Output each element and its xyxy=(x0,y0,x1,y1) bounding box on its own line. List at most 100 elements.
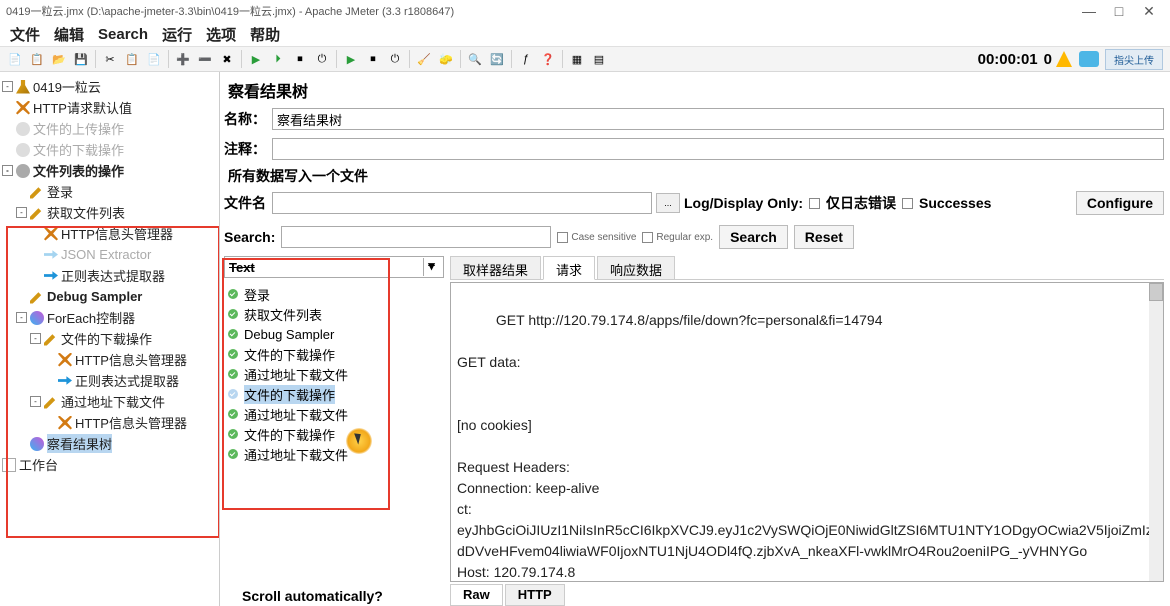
case-sensitive-checkbox[interactable] xyxy=(557,232,568,243)
scrollbar[interactable] xyxy=(1149,283,1163,581)
tree-pane: -0419一粒云 HTTP请求默认值 文件的上传操作 文件的下载操作 -文件列表… xyxy=(0,72,220,606)
tree-http-header-1[interactable]: HTTP信息头管理器 xyxy=(2,223,217,244)
success-icon xyxy=(228,389,238,399)
tree-debug-sampler[interactable]: Debug Sampler xyxy=(2,286,217,307)
remote-start-icon[interactable]: ▶ xyxy=(342,50,360,68)
template-icon[interactable]: 📋 xyxy=(28,50,46,68)
result-item[interactable]: 获取文件列表 xyxy=(228,304,440,324)
help-icon[interactable]: ❓ xyxy=(539,50,557,68)
close-button[interactable]: ✕ xyxy=(1134,3,1164,20)
layout-icon[interactable]: ▦ xyxy=(568,50,586,68)
browse-button[interactable]: ... xyxy=(656,193,680,213)
tree-download-op[interactable]: 文件的下载操作 xyxy=(2,139,217,160)
paste-icon[interactable]: 📄 xyxy=(145,50,163,68)
successes-label: Successes xyxy=(919,195,991,211)
success-icon xyxy=(228,309,238,319)
errors-only-checkbox[interactable] xyxy=(809,198,820,209)
clear-icon[interactable]: 🧹 xyxy=(415,50,433,68)
tab-raw[interactable]: Raw xyxy=(450,584,503,606)
remote-stop-icon[interactable]: ⏹ xyxy=(364,50,382,68)
result-item[interactable]: 通过地址下载文件 xyxy=(228,444,440,464)
open-icon[interactable]: 📂 xyxy=(50,50,68,68)
menu-run[interactable]: 运行 xyxy=(162,24,192,45)
result-item-selected[interactable]: 文件的下载操作 xyxy=(228,384,440,404)
maximize-button[interactable]: □ xyxy=(1104,3,1134,19)
menu-options[interactable]: 选项 xyxy=(206,24,236,45)
result-item[interactable]: 文件的下载操作 xyxy=(228,344,440,364)
result-item[interactable]: Debug Sampler xyxy=(228,324,440,344)
reset-button[interactable]: Reset xyxy=(794,225,854,249)
comment-input[interactable] xyxy=(272,138,1164,160)
result-item[interactable]: 文件的下载操作 xyxy=(228,424,440,444)
layout2-icon[interactable]: ▤ xyxy=(590,50,608,68)
new-icon[interactable]: 📄 xyxy=(6,50,24,68)
successes-checkbox[interactable] xyxy=(902,198,913,209)
tree-foreach[interactable]: -ForEach控制器 xyxy=(2,307,217,328)
tree-root[interactable]: -0419一粒云 xyxy=(2,76,217,97)
warning-icon[interactable] xyxy=(1056,51,1072,67)
result-item[interactable]: 登录 xyxy=(228,284,440,304)
tree-dl-op-inner[interactable]: -文件的下载操作 xyxy=(2,328,217,349)
menu-help[interactable]: 帮助 xyxy=(250,24,280,45)
start-icon[interactable]: ▶ xyxy=(247,50,265,68)
menu-search[interactable]: Search xyxy=(98,26,148,43)
render-dropdown[interactable]: Text ▾ xyxy=(224,256,444,278)
start-no-pause-icon[interactable]: ⏵ xyxy=(269,50,287,68)
tree-regex-extractor-2[interactable]: 正则表达式提取器 xyxy=(2,370,217,391)
scroll-auto-label: Scroll automatically? xyxy=(242,588,383,604)
filename-input[interactable] xyxy=(272,192,652,214)
success-icon xyxy=(228,349,238,359)
success-icon xyxy=(228,449,238,459)
result-item[interactable]: 通过地址下载文件 xyxy=(228,364,440,384)
tab-sampler-result[interactable]: 取样器结果 xyxy=(450,256,541,279)
tree-get-list[interactable]: -获取文件列表 xyxy=(2,202,217,223)
remote-shutdown-icon[interactable]: ⏻ xyxy=(386,50,404,68)
comment-label: 注释： xyxy=(224,139,266,159)
success-icon xyxy=(228,429,238,439)
tree-results[interactable]: 察看结果树 xyxy=(2,433,217,454)
function-helper-icon[interactable]: ƒ xyxy=(517,50,535,68)
tree-dl-by-addr[interactable]: -通过地址下载文件 xyxy=(2,391,217,412)
tab-http[interactable]: HTTP xyxy=(505,584,565,606)
expand-icon[interactable]: ➕ xyxy=(174,50,192,68)
request-text: GET http://120.79.174.8/apps/file/down?f… xyxy=(457,312,1153,580)
status-button[interactable]: 指尖上传 xyxy=(1105,49,1163,70)
tree-upload-op[interactable]: 文件的上传操作 xyxy=(2,118,217,139)
panel-title: 察看结果树 xyxy=(224,76,1164,104)
toggle-icon[interactable]: ✖ xyxy=(218,50,236,68)
success-icon xyxy=(228,289,238,299)
tree-http-header-2[interactable]: HTTP信息头管理器 xyxy=(2,349,217,370)
name-input[interactable] xyxy=(272,108,1164,130)
tab-request[interactable]: 请求 xyxy=(543,256,595,280)
reset-search-icon[interactable]: 🔄 xyxy=(488,50,506,68)
cut-icon[interactable]: ✂ xyxy=(101,50,119,68)
cloud-icon[interactable] xyxy=(1079,51,1099,67)
success-icon xyxy=(228,369,238,379)
file-section-label: 所有数据写入一个文件 xyxy=(224,164,1164,188)
find-icon[interactable]: 🔍 xyxy=(466,50,484,68)
regex-checkbox[interactable] xyxy=(642,232,653,243)
search-input[interactable] xyxy=(281,226,551,248)
save-icon[interactable]: 💾 xyxy=(72,50,90,68)
clear-all-icon[interactable]: 🧽 xyxy=(437,50,455,68)
stop-icon[interactable]: ⏹ xyxy=(291,50,309,68)
collapse-icon[interactable]: ➖ xyxy=(196,50,214,68)
configure-button[interactable]: Configure xyxy=(1076,191,1164,215)
menu-edit[interactable]: 编辑 xyxy=(54,24,84,45)
shutdown-icon[interactable]: ⏻ xyxy=(313,50,331,68)
search-button[interactable]: Search xyxy=(719,225,788,249)
tree-http-header-3[interactable]: HTTP信息头管理器 xyxy=(2,412,217,433)
result-item[interactable]: 通过地址下载文件 xyxy=(228,404,440,424)
tree-json-extractor[interactable]: JSON Extractor xyxy=(2,244,217,265)
request-body[interactable]: GET http://120.79.174.8/apps/file/down?f… xyxy=(450,282,1164,582)
menu-file[interactable]: 文件 xyxy=(10,24,40,45)
tree-login[interactable]: 登录 xyxy=(2,181,217,202)
tree-regex-extractor-1[interactable]: 正则表达式提取器 xyxy=(2,265,217,286)
tree-workbench[interactable]: 工作台 xyxy=(2,454,217,475)
copy-icon[interactable]: 📋 xyxy=(123,50,141,68)
tree-list-op[interactable]: -文件列表的操作 xyxy=(2,160,217,181)
detail-tabs: 取样器结果 请求 响应数据 xyxy=(450,256,1164,280)
tab-response[interactable]: 响应数据 xyxy=(597,256,675,279)
minimize-button[interactable]: — xyxy=(1074,3,1104,19)
tree-http-defaults[interactable]: HTTP请求默认值 xyxy=(2,97,217,118)
